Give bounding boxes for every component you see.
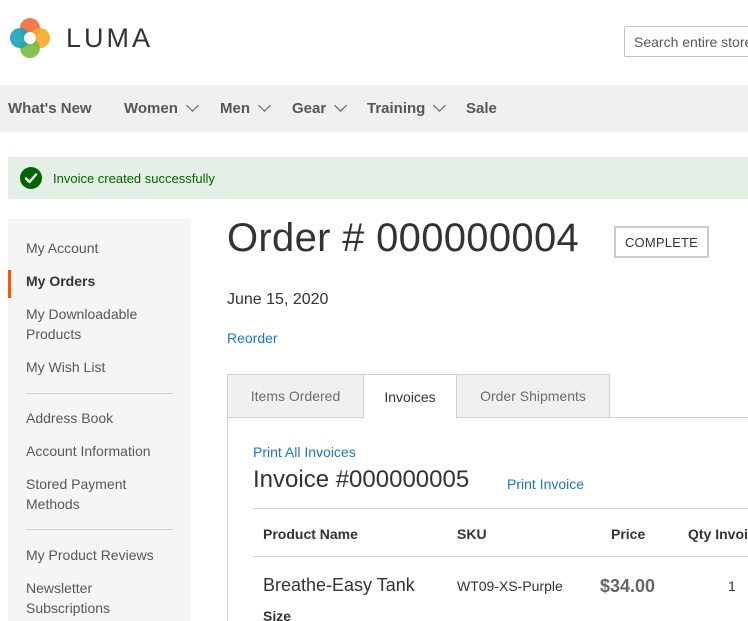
- product-option-label: Size: [263, 608, 292, 621]
- main-nav: What's New Women Men Gear Training Sale: [0, 85, 748, 132]
- chevron-down-icon: [433, 99, 447, 112]
- print-all-invoices-link[interactable]: Print All Invoices: [253, 444, 356, 460]
- tab-items-ordered[interactable]: Items Ordered: [227, 374, 364, 418]
- sidebar-divider: [26, 393, 173, 394]
- sidebar-item-my-orders[interactable]: My Orders: [26, 271, 176, 291]
- tab-order-shipments[interactable]: Order Shipments: [456, 374, 610, 418]
- tab-label: Invoices: [384, 388, 436, 405]
- sidebar-item-my-downloadable-products[interactable]: My Downloadable Products: [26, 304, 176, 344]
- tab-invoices[interactable]: Invoices: [363, 374, 457, 419]
- nav-item-gear[interactable]: Gear: [292, 99, 348, 117]
- page-header: LUMA: [0, 0, 748, 85]
- nav-item-label: Men: [220, 100, 250, 117]
- sidebar-item-newsletter-subscriptions[interactable]: Newsletter Subscriptions: [26, 578, 146, 618]
- invoice-title: Invoice #000000005: [253, 466, 470, 493]
- nav-item-label: What's New: [8, 100, 92, 117]
- account-sidebar: My Account My Orders My Downloadable Pro…: [8, 219, 191, 621]
- status-badge: COMPLETE: [614, 226, 709, 258]
- table-divider: [253, 508, 748, 509]
- luma-logo-icon: [10, 18, 50, 58]
- nav-item-women[interactable]: Women: [124, 99, 199, 117]
- active-indicator: [8, 270, 11, 298]
- column-header-qty-invoiced: Qty Invoiced: [688, 526, 748, 542]
- table-divider: [253, 556, 748, 557]
- nav-item-sale[interactable]: Sale: [466, 100, 497, 117]
- tab-label: Items Ordered: [250, 388, 341, 404]
- sidebar-item-account-information[interactable]: Account Information: [26, 441, 176, 461]
- search-box[interactable]: [624, 26, 748, 57]
- chevron-down-icon: [334, 99, 348, 112]
- sidebar-item-address-book[interactable]: Address Book: [26, 408, 176, 428]
- sidebar-divider: [26, 529, 173, 530]
- print-invoice-link[interactable]: Print Invoice: [507, 476, 584, 492]
- tab-label: Order Shipments: [480, 388, 586, 404]
- sidebar-item-my-product-reviews[interactable]: My Product Reviews: [26, 545, 176, 565]
- nav-item-label: Sale: [466, 100, 497, 117]
- nav-item-label: Women: [124, 100, 178, 117]
- column-header-sku: SKU: [457, 526, 487, 542]
- checkmark-circle-icon: [20, 167, 42, 189]
- nav-item-whats-new[interactable]: What's New: [8, 100, 92, 117]
- product-price: $34.00: [600, 576, 656, 596]
- chevron-down-icon: [186, 99, 199, 112]
- nav-item-training[interactable]: Training: [367, 99, 447, 117]
- sidebar-item-stored-payment-methods[interactable]: Stored Payment Methods: [26, 474, 146, 514]
- search-input[interactable]: [625, 27, 748, 56]
- logo-text: LUMA: [66, 22, 154, 53]
- nav-item-label: Gear: [292, 100, 327, 117]
- reorder-link[interactable]: Reorder: [227, 330, 278, 346]
- page-title: Order # 000000004: [227, 216, 580, 260]
- success-message: Invoice created successfully: [8, 157, 748, 199]
- sidebar-item-my-wish-list[interactable]: My Wish List: [26, 357, 176, 377]
- order-date: June 15, 2020: [227, 291, 329, 308]
- luma-logo[interactable]: LUMA: [8, 16, 153, 60]
- product-sku: WT09-XS-Purple: [457, 578, 563, 594]
- sidebar-item-my-account[interactable]: My Account: [26, 238, 176, 258]
- nav-item-label: Training: [367, 100, 426, 117]
- column-header-product-name: Product Name: [263, 526, 358, 542]
- product-name: Breathe-Easy Tank: [263, 575, 415, 595]
- product-qty: 1: [728, 578, 736, 594]
- column-header-price: Price: [611, 526, 646, 542]
- chevron-down-icon: [258, 99, 271, 112]
- success-message-text: Invoice created successfully: [53, 171, 215, 186]
- nav-item-men[interactable]: Men: [220, 99, 271, 117]
